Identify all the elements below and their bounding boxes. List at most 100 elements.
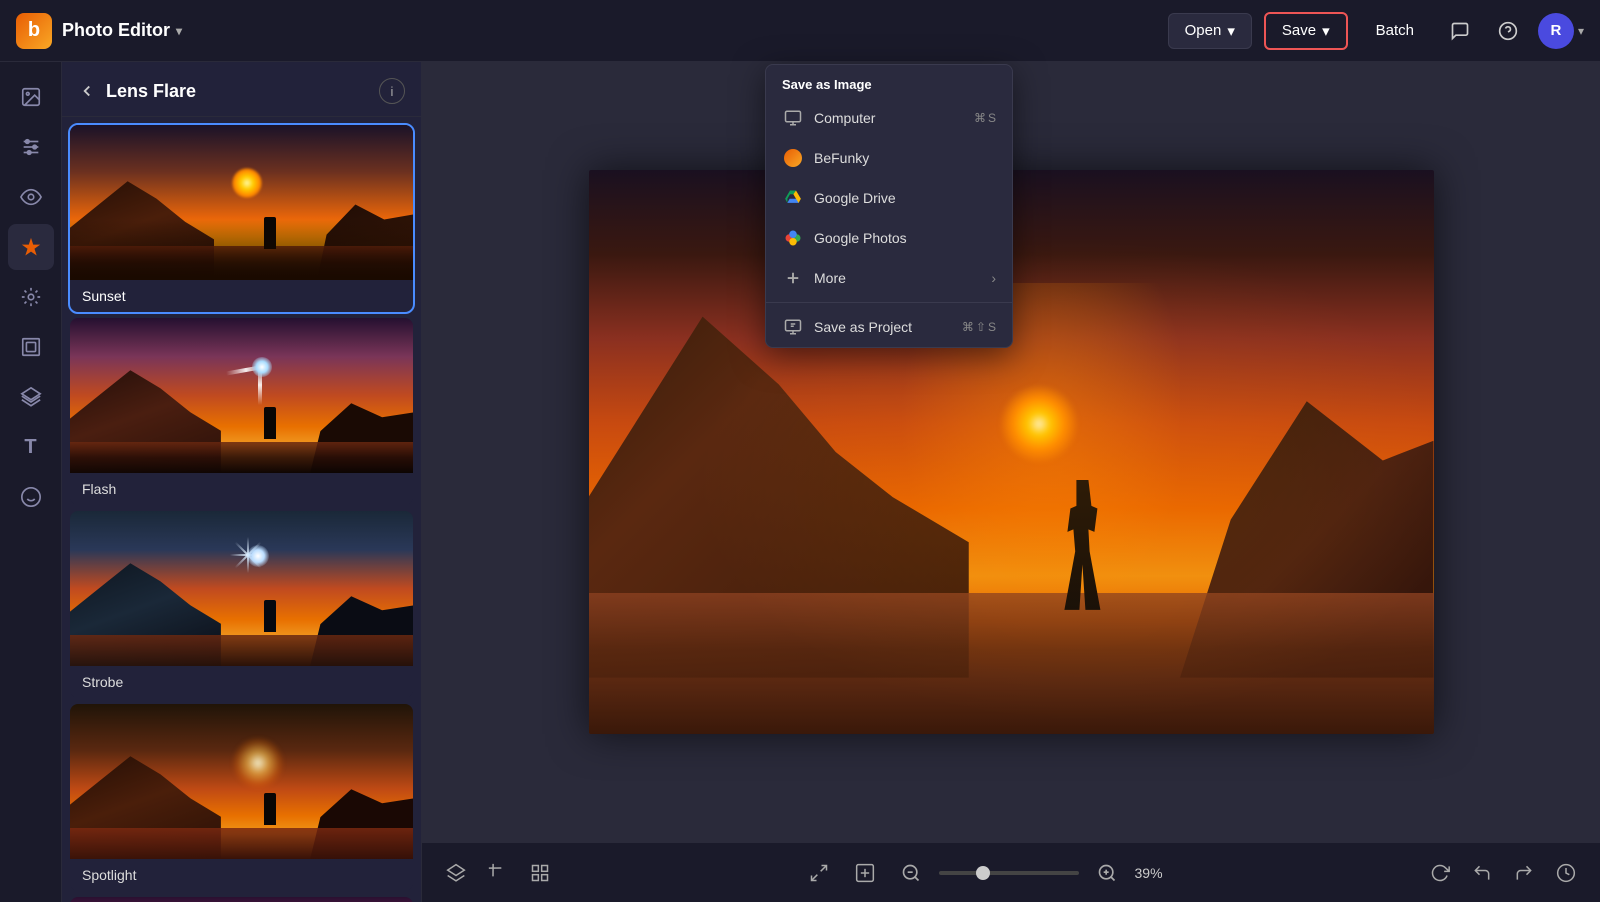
avatar-chevron[interactable]: ▾ bbox=[1578, 24, 1584, 38]
more-label: More bbox=[814, 270, 981, 286]
ai-icon bbox=[20, 236, 42, 258]
sidebar-item-stickers[interactable] bbox=[8, 474, 54, 520]
save-button[interactable]: Save ▾ bbox=[1264, 12, 1348, 50]
stickers-icon bbox=[20, 486, 42, 508]
fit-button[interactable] bbox=[847, 855, 883, 891]
crop-icon bbox=[488, 863, 508, 883]
befunky-label: BeFunky bbox=[814, 150, 996, 166]
person-sunset bbox=[264, 217, 276, 249]
rock-left-sunset bbox=[70, 164, 214, 280]
open-label: Open bbox=[1185, 22, 1222, 39]
grid-button[interactable] bbox=[522, 855, 558, 891]
glow-spotlight bbox=[233, 738, 283, 788]
chat-icon bbox=[1450, 21, 1470, 41]
project-icon bbox=[782, 316, 804, 338]
chat-icon-button[interactable] bbox=[1442, 13, 1478, 49]
save-label: Save bbox=[1282, 22, 1316, 39]
effect-item-extra[interactable] bbox=[70, 897, 413, 902]
gphotos-icon bbox=[782, 227, 804, 249]
person-strobe bbox=[264, 600, 276, 632]
dropdown-divider bbox=[766, 302, 1012, 303]
refresh-button[interactable] bbox=[1422, 855, 1458, 891]
more-options-item[interactable]: More › bbox=[766, 258, 1012, 298]
effect-thumb-sunset bbox=[70, 125, 413, 280]
layers-icon bbox=[20, 386, 42, 408]
befunky-logo bbox=[784, 149, 802, 167]
logo-letter: b bbox=[28, 19, 40, 42]
sidebar-item-frames[interactable] bbox=[8, 324, 54, 370]
grid-icon bbox=[530, 863, 550, 883]
avatar-letter: R bbox=[1551, 22, 1562, 39]
shift-icon: ⇧ bbox=[976, 320, 986, 334]
effect-item-strobe[interactable]: Strobe bbox=[70, 511, 413, 698]
panel-info-button[interactable]: i bbox=[379, 78, 405, 104]
water-flash bbox=[70, 442, 413, 473]
open-button[interactable]: Open ▾ bbox=[1168, 13, 1252, 49]
sidebar-item-effects[interactable] bbox=[8, 274, 54, 320]
zoom-out-icon bbox=[901, 863, 921, 883]
effects-icon bbox=[20, 286, 42, 308]
sun-flash bbox=[252, 357, 272, 377]
avatar-button[interactable]: R bbox=[1538, 13, 1574, 49]
effect-item-sunset[interactable]: Sunset bbox=[70, 125, 413, 312]
batch-button[interactable]: Batch bbox=[1360, 14, 1430, 47]
save-dropdown-menu: Save as Image Computer ⌘ S BeFunky Googl… bbox=[765, 64, 1013, 348]
sidebar-item-view[interactable] bbox=[8, 174, 54, 220]
crop-button[interactable] bbox=[480, 855, 516, 891]
effect-item-flash[interactable]: Flash bbox=[70, 318, 413, 505]
effect-item-spotlight[interactable]: Spotlight bbox=[70, 704, 413, 891]
history-button[interactable] bbox=[1548, 855, 1584, 891]
app-name-button[interactable]: Photo Editor ▾ bbox=[62, 20, 182, 41]
sidebar-item-adjustments[interactable] bbox=[8, 124, 54, 170]
rock-right-sunset bbox=[317, 179, 413, 280]
save-to-computer-item[interactable]: Computer ⌘ S bbox=[766, 98, 1012, 138]
panel-title: Lens Flare bbox=[106, 81, 369, 102]
info-icon: i bbox=[391, 84, 394, 99]
zoom-thumb bbox=[976, 866, 990, 880]
undo-button[interactable] bbox=[1464, 855, 1500, 891]
save-to-befunky-item[interactable]: BeFunky bbox=[766, 138, 1012, 178]
layers-button[interactable] bbox=[438, 855, 474, 891]
person-spotlight bbox=[264, 793, 276, 825]
sidebar-item-photos[interactable] bbox=[8, 74, 54, 120]
save-as-project-item[interactable]: Save as Project ⌘ ⇧ S bbox=[766, 307, 1012, 347]
adjustments-icon bbox=[20, 136, 42, 158]
panel-back-button[interactable] bbox=[78, 82, 96, 100]
sidebar-item-ai[interactable] bbox=[8, 224, 54, 270]
dropdown-section-title: Save as Image bbox=[766, 65, 1012, 98]
gdrive-icon bbox=[782, 187, 804, 209]
s-key: S bbox=[988, 111, 996, 125]
more-icon bbox=[782, 267, 804, 289]
befunky-icon bbox=[782, 147, 804, 169]
fit-icon bbox=[855, 863, 875, 883]
redo-button[interactable] bbox=[1506, 855, 1542, 891]
help-icon-button[interactable] bbox=[1490, 13, 1526, 49]
app-logo[interactable]: b bbox=[16, 13, 52, 49]
undo-icon bbox=[1472, 863, 1492, 883]
effect-thumb-flash bbox=[70, 318, 413, 473]
open-chevron: ▾ bbox=[1227, 22, 1235, 40]
save-to-gdrive-item[interactable]: Google Drive bbox=[766, 178, 1012, 218]
app-name-chevron: ▾ bbox=[176, 24, 182, 38]
sidebar-item-text[interactable]: T bbox=[8, 424, 54, 470]
fullscreen-button[interactable] bbox=[801, 855, 837, 891]
cmd-icon: ⌘ bbox=[974, 111, 986, 125]
project-shortcut: ⌘ ⇧ S bbox=[962, 320, 996, 334]
app-name-label: Photo Editor bbox=[62, 20, 170, 41]
effect-thumb-spotlight bbox=[70, 704, 413, 859]
zoom-out-button[interactable] bbox=[893, 855, 929, 891]
save-to-gphotos-item[interactable]: Google Photos bbox=[766, 218, 1012, 258]
zoom-slider[interactable] bbox=[939, 871, 1079, 875]
eye-icon bbox=[20, 186, 42, 208]
sun-sunset bbox=[232, 168, 262, 198]
computer-shortcut: ⌘ S bbox=[974, 111, 996, 125]
more-arrow-icon: › bbox=[991, 270, 996, 286]
zoom-in-button[interactable] bbox=[1089, 855, 1125, 891]
toolbar-center: 39% bbox=[558, 855, 1422, 891]
effect-label-spotlight: Spotlight bbox=[70, 859, 413, 891]
sidebar-item-layers[interactable] bbox=[8, 374, 54, 420]
header-actions: Open ▾ Save ▾ Batch R ▾ bbox=[1168, 12, 1584, 50]
back-arrow-icon bbox=[78, 82, 96, 100]
effect-thumb-extra bbox=[70, 897, 413, 902]
gdrive-label: Google Drive bbox=[814, 190, 996, 206]
